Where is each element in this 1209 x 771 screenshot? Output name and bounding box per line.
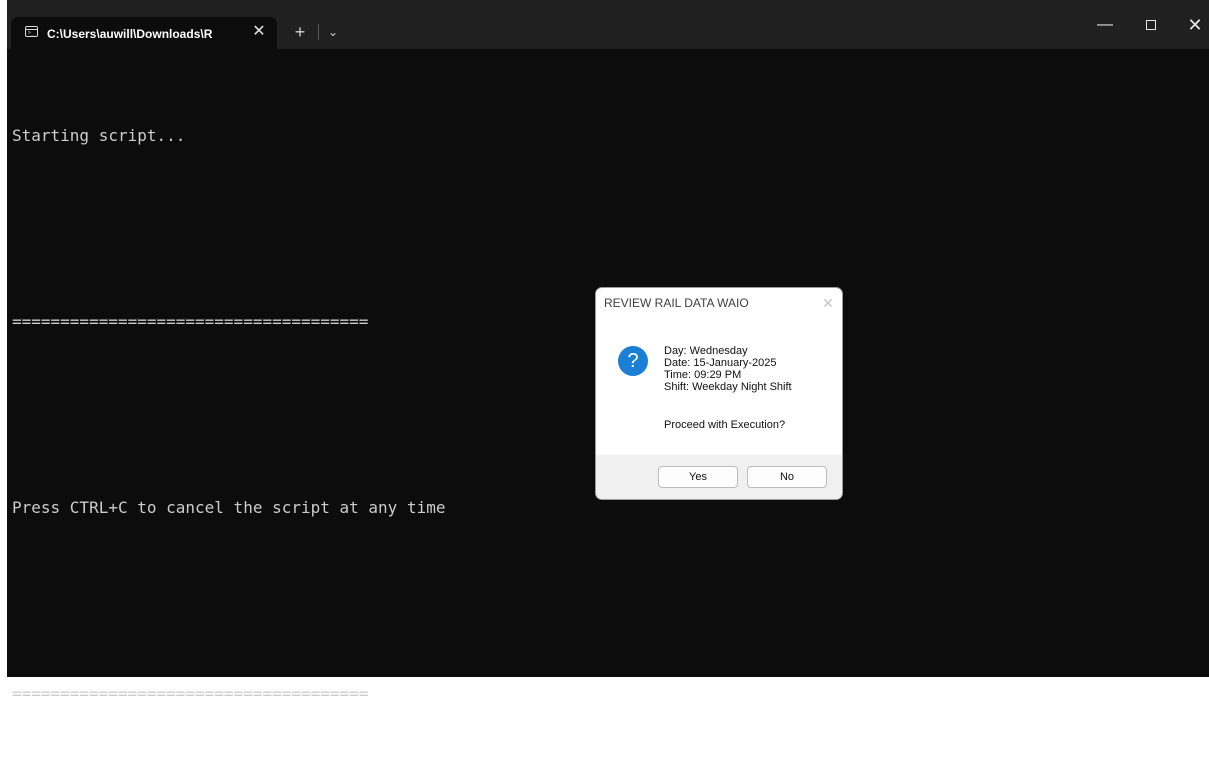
minimize-button[interactable]: —	[1085, 10, 1125, 40]
maximize-button[interactable]	[1131, 10, 1171, 40]
console-line: Starting script...	[12, 126, 186, 145]
console-line: =====================================	[12, 684, 369, 703]
message-shift: Shift: Weekday Night Shift	[664, 381, 792, 393]
dialog-title: REVIEW RAIL DATA WAIO	[604, 296, 749, 310]
terminal-icon: >_	[25, 26, 38, 37]
question-icon: ?	[618, 346, 648, 376]
dialog-message: Day: Wednesday Date: 15-January-2025 Tim…	[664, 345, 839, 393]
message-time: Time: 09:29 PM	[664, 369, 742, 381]
dialog-footer: Yes No	[596, 455, 842, 499]
yes-button[interactable]: Yes	[658, 466, 738, 488]
tab-close-button[interactable]: ✕	[249, 21, 269, 43]
close-window-button[interactable]: ✕	[1175, 10, 1209, 40]
tab-title: C:\Users\auwill\Downloads\R	[47, 27, 213, 41]
review-dialog: REVIEW RAIL DATA WAIO ✕ ? Day: Wednesday…	[595, 287, 843, 500]
tab-separator	[318, 24, 319, 40]
terminal-tab[interactable]: >_ C:\Users\auwill\Downloads\R ✕	[11, 17, 277, 49]
dialog-close-button[interactable]: ✕	[818, 293, 838, 313]
dialog-prompt: Proceed with Execution?	[664, 419, 786, 431]
terminal-icon-glyph: >_	[28, 30, 35, 36]
message-date: Date: 15-January-2025	[664, 357, 777, 369]
no-button[interactable]: No	[747, 466, 827, 488]
new-tab-button[interactable]: +	[290, 21, 310, 43]
tab-dropdown-button[interactable]: ⌄	[323, 21, 343, 43]
title-bar: >_ C:\Users\auwill\Downloads\R ✕ + ⌄ — ✕	[7, 0, 1209, 49]
maximize-icon	[1146, 19, 1156, 30]
message-day: Day: Wednesday	[664, 345, 748, 357]
